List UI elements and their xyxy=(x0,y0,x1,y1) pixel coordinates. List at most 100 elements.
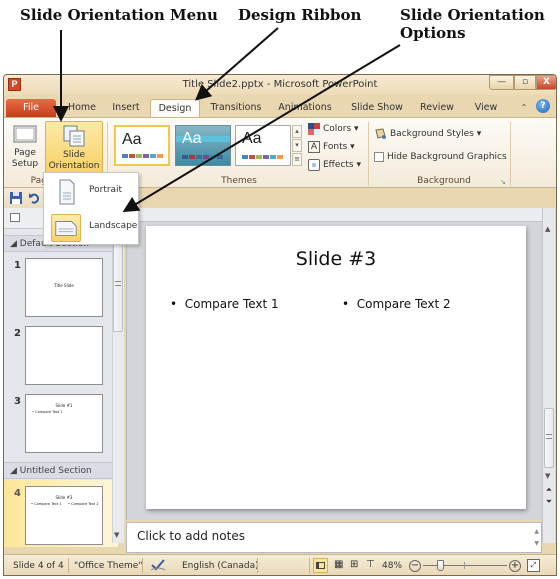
landscape-icon xyxy=(51,214,81,242)
annotation-slide-orientation-options-2: Options xyxy=(400,24,466,42)
color-swatch xyxy=(150,154,156,158)
theme-thumbnail-3[interactable]: Aa xyxy=(235,125,291,166)
notes-scroll-arrows[interactable]: ▲ ▼ xyxy=(534,526,539,550)
section-header-untitled[interactable]: ◢ Untitled Section xyxy=(4,462,118,479)
fit-to-window-icon[interactable]: ⤢ xyxy=(527,559,540,572)
portrait-icon xyxy=(59,179,75,205)
colors-button[interactable]: Colors ▾ xyxy=(308,123,359,135)
group-separator xyxy=(510,122,511,186)
tab-review[interactable]: Review xyxy=(416,99,458,117)
dialog-launcher-icon[interactable]: ↘ xyxy=(500,178,506,186)
menu-item-label: Portrait xyxy=(89,185,123,195)
color-swatch xyxy=(270,155,276,159)
themes-scroll-down[interactable]: ▾ xyxy=(292,139,302,152)
page-setup-icon xyxy=(13,125,37,143)
slide-number: 2 xyxy=(14,328,21,339)
language[interactable]: English (Canada) xyxy=(182,561,259,571)
slides-panel-scrollbar[interactable]: ▼ xyxy=(112,230,124,543)
color-swatch xyxy=(196,155,202,159)
restore-button[interactable]: ▫ xyxy=(514,75,536,90)
slides-tab-icon[interactable] xyxy=(10,213,20,222)
current-slide[interactable]: Slide #3 • Compare Text 1 • Compare Text… xyxy=(146,226,526,509)
notes-pane[interactable]: Click to add notes ▲ ▼ xyxy=(126,522,542,553)
tab-design[interactable]: Design xyxy=(150,99,200,117)
help-icon[interactable]: ? xyxy=(536,99,550,113)
previous-slide-icon[interactable]: ⏶ xyxy=(544,486,554,494)
theme-name[interactable]: "Office Theme" xyxy=(74,561,142,571)
save-icon[interactable] xyxy=(10,192,22,204)
minimize-button[interactable]: — xyxy=(489,75,514,90)
theme-thumbnail-office[interactable]: Aa xyxy=(114,125,170,166)
effects-button[interactable]: Effects ▾ xyxy=(308,159,361,171)
main-vertical-scrollbar[interactable]: ▲ ▼ ⏶ ⏷ xyxy=(542,208,555,543)
slides-panel: ◢ Default Section 1 Title Slide 2 3 Slid… xyxy=(4,208,124,547)
menu-item-portrait[interactable]: Portrait xyxy=(47,175,135,207)
tab-home[interactable]: Home xyxy=(62,99,102,117)
slide-orientation-button[interactable]: Slide Orientation ▾ xyxy=(45,121,103,182)
thumbnail-bullet: • Compare Text 1 xyxy=(31,502,62,506)
group-separator xyxy=(368,122,369,186)
tab-slide-show[interactable]: Slide Show xyxy=(349,99,405,117)
annotation-slide-orientation-menu: Slide Orientation Menu xyxy=(20,6,218,24)
bullet-text: Compare Text 2 xyxy=(356,297,451,311)
page-setup-button[interactable]: Page Setup xyxy=(8,121,42,173)
group-label-themes: Themes xyxy=(221,176,257,186)
zoom-slider-thumb[interactable] xyxy=(437,560,445,571)
background-styles-icon xyxy=(375,128,386,139)
collapse-icon: ◢ xyxy=(10,466,20,476)
next-slide-icon[interactable]: ⏷ xyxy=(544,498,554,506)
scrollbar-thumb[interactable] xyxy=(113,242,123,332)
background-styles-button[interactable]: Background Styles ▾ xyxy=(374,128,481,140)
tab-file[interactable]: File xyxy=(6,99,56,117)
color-swatch xyxy=(217,155,223,159)
status-separator xyxy=(309,558,310,573)
annotation-design-ribbon: Design Ribbon xyxy=(238,6,362,24)
zoom-slider-track[interactable] xyxy=(423,565,507,566)
zoom-in-button[interactable]: + xyxy=(509,560,521,572)
scroll-down-arrow[interactable]: ▼ xyxy=(114,531,119,539)
ribbon-tabs: File Home Insert Design Transitions Anim… xyxy=(4,95,556,117)
bullet-compare-text-2[interactable]: • Compare Text 2 xyxy=(342,297,451,311)
thumbnail-bullet: • Compare Text 1 xyxy=(32,410,63,414)
tab-animations[interactable]: Animations xyxy=(276,99,334,117)
normal-view-icon xyxy=(316,562,325,569)
zoom-level[interactable]: 48% xyxy=(382,561,402,571)
slide-title[interactable]: Slide #3 xyxy=(146,248,526,270)
slide-thumbnail-2[interactable] xyxy=(25,326,103,385)
scroll-up-arrow[interactable]: ▲ xyxy=(545,225,550,233)
background-styles-label: Background Styles ▾ xyxy=(390,129,482,139)
slide-thumbnail-3[interactable]: Slide #1 • Compare Text 1 xyxy=(25,394,103,453)
slide-thumbnail-4[interactable]: Slide #3 • Compare Text 1 • Compare Text… xyxy=(25,486,103,545)
color-swatch xyxy=(136,154,142,158)
undo-icon[interactable] xyxy=(28,192,40,204)
minimize-ribbon-icon[interactable]: ⌃ xyxy=(518,99,530,117)
theme-thumbnail-2[interactable]: Aa xyxy=(175,125,231,166)
slide-editing-area: Slide #3 • Compare Text 1 • Compare Text… xyxy=(126,208,542,520)
menu-item-landscape[interactable]: Landscape xyxy=(47,211,138,243)
menu-item-label: Landscape xyxy=(89,221,138,231)
tab-transitions[interactable]: Transitions xyxy=(207,99,265,117)
tab-view[interactable]: View xyxy=(469,99,503,117)
slide-show-icon[interactable]: ⊤ xyxy=(366,559,375,570)
slide-sorter-icon[interactable]: ▦ xyxy=(334,559,343,570)
spell-check-icon[interactable] xyxy=(150,559,166,571)
normal-view-button[interactable] xyxy=(313,558,328,573)
zoom-out-button[interactable]: − xyxy=(409,560,421,572)
slide-orientation-label-1: Slide xyxy=(63,150,85,160)
slide-orientation-menu: Portrait Landscape xyxy=(43,172,139,245)
scrollbar-thumb[interactable] xyxy=(544,408,554,468)
themes-more-button[interactable]: ≡ xyxy=(292,153,302,166)
slide-thumbnail-1[interactable]: Title Slide xyxy=(25,258,103,317)
hide-background-graphics-checkbox[interactable]: Hide Background Graphics xyxy=(374,152,507,162)
fonts-label: Fonts ▾ xyxy=(323,142,355,152)
scroll-down-arrow[interactable]: ▼ xyxy=(545,472,550,480)
fonts-button[interactable]: A Fonts ▾ xyxy=(308,141,355,153)
tab-insert[interactable]: Insert xyxy=(108,99,144,117)
bullet-compare-text-1[interactable]: • Compare Text 1 xyxy=(170,297,279,311)
reading-view-icon[interactable]: ⊞ xyxy=(350,559,358,570)
theme-swatches xyxy=(122,154,163,158)
themes-scroll-up[interactable]: ▴ xyxy=(292,125,302,138)
zoom-slider-midmark xyxy=(464,562,465,569)
close-button[interactable]: X xyxy=(536,75,556,90)
color-swatch xyxy=(122,154,128,158)
